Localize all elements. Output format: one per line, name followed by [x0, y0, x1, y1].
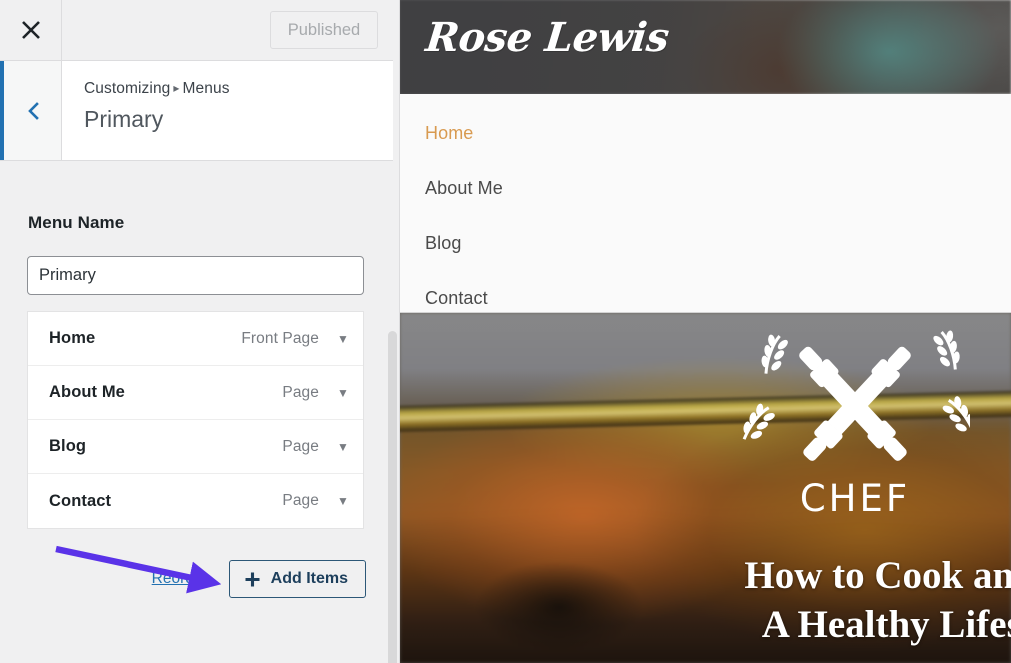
menu-item-row-1[interactable]: About Me Page ▼ [28, 366, 363, 420]
customizer-sidebar: Published Customizing ▸ Menus Primary Menu… [0, 0, 400, 663]
panel-header: Customizing ▸ Menus Primary [0, 61, 393, 161]
nav-item-blog[interactable]: Blog [400, 216, 1011, 271]
crossed-rolling-pins-icon [799, 346, 911, 461]
hero-headline-line-2: A Healthy Lifesty [761, 603, 1011, 646]
chevron-down-icon[interactable]: ▼ [337, 495, 349, 507]
menu-items-list: Home Front Page ▼ About Me Page ▼ Blog P… [27, 311, 364, 529]
published-button-label: Published [287, 20, 361, 39]
add-items-label: Add Items [270, 570, 348, 587]
menu-name-input[interactable] [27, 256, 364, 295]
chevron-down-icon[interactable]: ▼ [337, 333, 349, 345]
menu-item-type: Page [282, 437, 319, 455]
published-button[interactable]: Published [270, 11, 378, 49]
panel-header-text: Customizing ▸ Menus Primary [62, 61, 393, 160]
breadcrumb-section: Menus [182, 80, 230, 97]
hero-headline: How to Cook and L A Healthy Lifesty [648, 551, 1011, 649]
customizer-screen: Published Customizing ▸ Menus Primary Menu… [0, 0, 1011, 663]
menu-item-type: Page [282, 492, 319, 509]
sidebar-scrollbar-track[interactable] [387, 161, 399, 663]
menu-item-title: Blog [49, 437, 87, 455]
chef-badge: CHEF [742, 330, 970, 520]
chevron-down-icon[interactable]: ▼ [337, 387, 349, 399]
reorder-link[interactable]: Reorder [152, 570, 208, 588]
menu-item-title: Contact [49, 491, 112, 510]
sidebar-scrollbar-thumb[interactable] [388, 331, 397, 663]
menu-item-type: Page [282, 383, 319, 401]
add-items-button[interactable]: Add Items [228, 560, 366, 598]
menu-panel-body: Menu Name Home Front Page ▼ About Me Pag… [0, 161, 393, 598]
close-icon [21, 21, 40, 39]
breadcrumb-root: Customizing [84, 80, 171, 97]
customizer-topbar: Published [0, 0, 393, 61]
nav-item-home[interactable]: Home [400, 106, 1011, 161]
site-preview[interactable]: Rose Lewis Home About Me Blog Contact CH… [400, 0, 1011, 663]
hero-headline-line-1: How to Cook and L [744, 554, 1011, 597]
menu-item-row-3[interactable]: Contact Page ▼ [28, 474, 363, 528]
site-logo[interactable]: Rose Lewis [424, 14, 671, 61]
menu-item-row-0[interactable]: Home Front Page ▼ [28, 312, 363, 366]
plus-icon [245, 572, 260, 586]
page-title: Primary [84, 106, 164, 133]
menu-item-title: About Me [49, 383, 125, 401]
chef-badge-text: CHEF [800, 477, 910, 520]
close-customizer-button[interactable] [0, 0, 62, 60]
nav-item-about-me[interactable]: About Me [400, 161, 1011, 216]
menu-name-label: Menu Name [28, 213, 125, 232]
menu-item-type: Front Page [241, 329, 319, 347]
back-button[interactable] [4, 61, 62, 160]
site-navigation: Home About Me Blog Contact [400, 94, 1011, 313]
chevron-down-icon[interactable]: ▼ [337, 441, 349, 453]
menu-item-row-2[interactable]: Blog Page ▼ [28, 420, 363, 474]
menu-item-title: Home [49, 329, 96, 347]
breadcrumb: Customizing ▸ Menus [84, 79, 393, 98]
wheat-sprig-icons [742, 330, 970, 440]
hero-section: CHEF How to Cook and L A Healthy Lifesty [400, 313, 1011, 663]
breadcrumb-separator-icon: ▸ [173, 81, 180, 95]
site-header: Rose Lewis [400, 0, 1011, 94]
chevron-left-icon [27, 101, 39, 120]
menu-actions: Reorder Add Items [0, 560, 366, 598]
